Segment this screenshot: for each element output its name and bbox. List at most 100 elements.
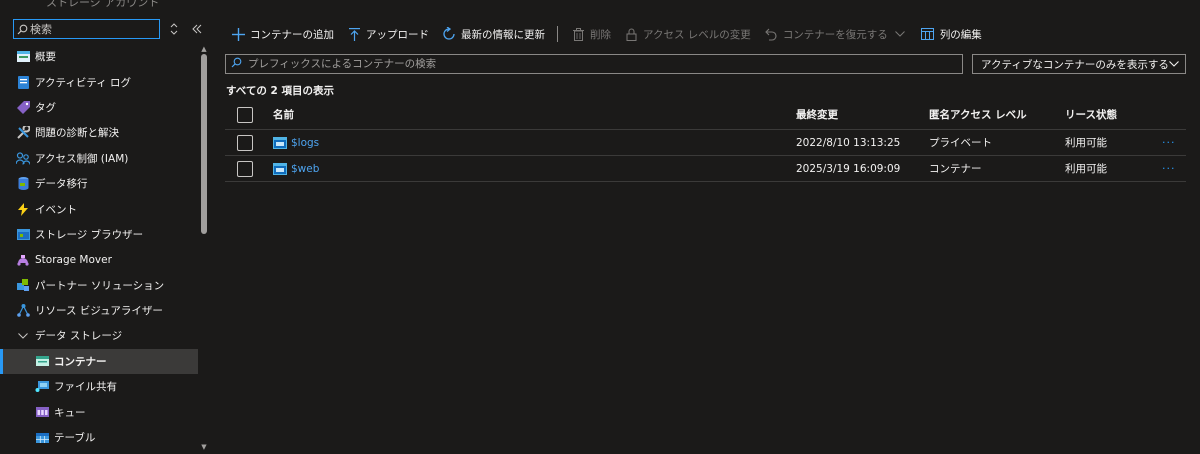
last-modified-cell: 2025/3/19 16:09:09 — [796, 162, 901, 175]
container-name-cell: $web — [273, 156, 319, 181]
container-name-cell: $logs — [273, 130, 319, 155]
scroll-up-icon[interactable]: ▲ — [199, 44, 209, 54]
nav-item-partner-solutions[interactable]: パートナー ソリューション — [0, 273, 198, 298]
file-share-icon — [35, 380, 49, 394]
search-icon — [231, 57, 242, 71]
last-modified-cell: 2022/8/10 13:13:25 — [796, 136, 901, 149]
item-count-label: すべての 2 項目の表示 — [226, 85, 334, 97]
nav-item-label: キュー — [54, 406, 86, 419]
scroll-down-icon[interactable]: ▼ — [199, 442, 209, 452]
menu-search-input[interactable] — [30, 22, 150, 36]
active-containers-filter-dropdown[interactable]: アクティブなコンテナーのみを表示する — [972, 54, 1186, 74]
table-row[interactable]: $logs 2022/8/10 13:13:25 プライベート 利用可能 ··· — [225, 130, 1186, 156]
nav-item-data-migration[interactable]: データ移行 — [0, 171, 198, 196]
nav-item-storage-browser[interactable]: ストレージ ブラウザー — [0, 222, 198, 247]
nav-item-resource-visualizer[interactable]: リソース ビジュアライザー — [0, 298, 198, 323]
menu-scrollbar[interactable]: ▲ ▼ — [199, 44, 209, 454]
add-container-button[interactable]: コンテナーの追加 — [230, 26, 334, 42]
change-access-level-button[interactable]: アクセス レベルの変更 — [623, 26, 751, 42]
nav-item-overview[interactable]: 概要 — [0, 44, 198, 69]
toolbar-divider — [557, 26, 558, 42]
queue-icon — [35, 405, 49, 419]
nav-item-queues[interactable]: キュー — [0, 399, 198, 424]
restore-container-button[interactable]: コンテナーを復元する — [763, 26, 908, 42]
nav-item-activity-log[interactable]: アクティビティ ログ — [0, 69, 198, 94]
data-migration-icon — [16, 177, 30, 191]
nav-item-label: データ移行 — [35, 178, 88, 191]
containers-grid: 名前 最終変更 匿名アクセス レベル リース状態 $logs 2022/8/10… — [225, 100, 1186, 182]
container-icon — [273, 136, 287, 149]
chevron-down-icon — [1168, 58, 1179, 70]
delete-label: 削除 — [590, 28, 611, 41]
add-container-label: コンテナーの追加 — [250, 28, 334, 41]
resource-type-label: ストレージ アカウント — [46, 0, 160, 9]
menu-search-box[interactable] — [13, 19, 160, 39]
scrollbar-thumb[interactable] — [201, 54, 207, 234]
resource-menu: ストレージ アカウント 概要 アクティビティ ログ タグ 問題の診断と解決 — [0, 0, 210, 454]
refresh-icon — [441, 26, 457, 42]
nav-group-data-storage[interactable]: データ ストレージ — [0, 323, 198, 348]
column-header-lease-state[interactable]: リース状態 — [1065, 100, 1117, 129]
restore-container-label: コンテナーを復元する — [782, 28, 888, 41]
row-checkbox[interactable] — [237, 134, 253, 151]
refresh-label: 最新の情報に更新 — [461, 28, 545, 41]
nav-item-label: アクセス制御 (IAM) — [35, 152, 129, 165]
grid-header-row: 名前 最終変更 匿名アクセス レベル リース状態 — [225, 100, 1186, 130]
column-header-access-level[interactable]: 匿名アクセス レベル — [929, 100, 1027, 129]
prefix-search-box[interactable] — [225, 54, 963, 74]
nav-item-label: リソース ビジュアライザー — [35, 305, 163, 318]
row-checkbox-cell — [237, 130, 253, 155]
nav-item-iam[interactable]: アクセス制御 (IAM) — [0, 146, 198, 171]
access-level-cell: プライベート — [929, 137, 992, 149]
lightning-icon — [16, 202, 30, 216]
access-level-cell: コンテナー — [929, 163, 982, 175]
select-all-checkbox[interactable] — [237, 106, 253, 123]
lease-state-cell: 利用可能 — [1065, 163, 1107, 175]
lock-icon — [623, 26, 639, 42]
nav-item-label: パートナー ソリューション — [35, 279, 165, 292]
nav-item-label: 問題の診断と解決 — [35, 127, 119, 140]
sort-icon[interactable] — [166, 20, 182, 38]
overview-icon — [16, 50, 30, 64]
resource-visualizer-icon — [16, 304, 30, 318]
nav-item-tags[interactable]: タグ — [0, 95, 198, 120]
nav-item-label: コンテナー — [54, 355, 107, 368]
nav-item-events[interactable]: イベント — [0, 196, 198, 221]
row-checkbox[interactable] — [237, 160, 253, 177]
plus-icon — [230, 26, 246, 42]
more-actions-icon[interactable]: ··· — [1162, 156, 1176, 181]
nav-item-diagnose[interactable]: 問題の診断と解決 — [0, 120, 198, 145]
select-all-checkbox-cell — [237, 100, 253, 129]
nav-item-storage-mover[interactable]: Storage Mover — [0, 247, 198, 272]
prefix-search-input[interactable] — [248, 58, 948, 70]
undo-icon — [763, 26, 779, 42]
nav-item-containers[interactable]: コンテナー — [0, 348, 198, 375]
filter-selected-value: アクティブなコンテナーのみを表示する — [981, 58, 1169, 71]
nav-item-file-shares[interactable]: ファイル共有 — [0, 374, 198, 399]
delete-button[interactable]: 削除 — [570, 26, 611, 42]
container-icon — [273, 162, 287, 175]
more-actions-icon[interactable]: ··· — [1162, 130, 1176, 155]
column-header-last-modified[interactable]: 最終変更 — [796, 100, 838, 129]
nav-item-label: テーブル — [54, 432, 96, 445]
menu-list: 概要 アクティビティ ログ タグ 問題の診断と解決 アクセス制御 (IAM) デ… — [0, 44, 198, 450]
storage-browser-icon — [16, 227, 30, 241]
nav-item-tables[interactable]: テーブル — [0, 425, 198, 450]
chevron-down-icon — [892, 26, 908, 42]
nav-item-label: ファイル共有 — [54, 381, 117, 394]
change-access-level-label: アクセス レベルの変更 — [643, 28, 751, 41]
upload-button[interactable]: アップロード — [346, 26, 429, 42]
column-header-name[interactable]: 名前 — [273, 100, 294, 129]
refresh-button[interactable]: 最新の情報に更新 — [441, 26, 545, 42]
storage-mover-icon — [16, 253, 30, 267]
edit-columns-button[interactable]: 列の編集 — [920, 26, 982, 42]
container-name-link[interactable]: $logs — [291, 137, 319, 149]
collapse-menu-icon[interactable] — [189, 20, 205, 38]
command-bar: コンテナーの追加 アップロード 最新の情報に更新 削除 アクセス レベルの変更 … — [230, 24, 994, 44]
activity-log-icon — [16, 75, 30, 89]
containers-blade: コンテナーの追加 アップロード 最新の情報に更新 削除 アクセス レベルの変更 … — [222, 0, 1192, 454]
table-row[interactable]: $web 2025/3/19 16:09:09 コンテナー 利用可能 ··· — [225, 156, 1186, 182]
partner-icon — [16, 278, 30, 292]
nav-item-label: タグ — [35, 101, 56, 114]
container-name-link[interactable]: $web — [291, 163, 319, 175]
